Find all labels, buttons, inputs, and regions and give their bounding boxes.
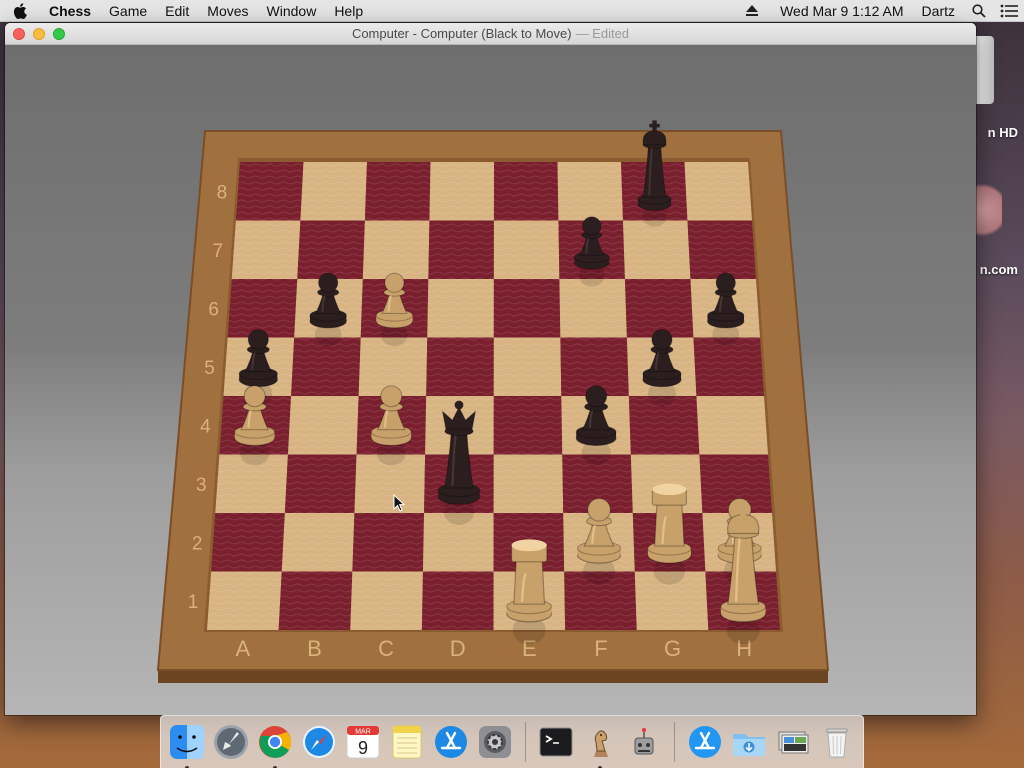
scene-floor [5,375,976,715]
app-store-folder-icon[interactable] [686,723,724,761]
safari-icon[interactable] [300,723,338,761]
menu-moves[interactable]: Moves [198,0,257,22]
dock-separator [525,722,526,762]
eject-icon[interactable] [745,4,759,18]
apple-menu-icon[interactable] [0,2,40,19]
menu-clock[interactable]: Wed Mar 9 1:12 AM [771,0,912,22]
menu-window[interactable]: Window [258,0,326,22]
close-window-button[interactable] [13,28,25,40]
chess-icon[interactable] [581,723,619,768]
screenshot-stack-icon[interactable] [774,723,812,761]
terminal-icon[interactable] [537,723,575,761]
finder-icon[interactable] [168,723,206,768]
spotlight-search-icon[interactable] [964,0,994,22]
board-scene [5,45,976,715]
notes-icon[interactable] [388,723,426,761]
menu-bar: Chess Game Edit Moves Window Help Wed Ma… [0,0,1024,22]
calendar-month: MAR [355,729,371,736]
menu-app-chess[interactable]: Chess [40,0,100,22]
notification-center-icon[interactable] [994,0,1024,22]
menu-edit[interactable]: Edit [156,0,198,22]
minimize-window-button[interactable] [33,28,45,40]
window-title: Computer - Computer (Black to Move) [351,26,572,41]
window-edited-label: — Edited [575,26,630,41]
chess-window: Computer - Computer (Black to Move) — Ed… [5,23,976,715]
zoom-window-button[interactable] [53,28,65,40]
downloads-folder-icon[interactable] [730,723,768,761]
window-titlebar[interactable]: Computer - Computer (Black to Move) — Ed… [5,23,976,45]
mouse-cursor-icon [393,494,405,512]
launchpad-icon[interactable] [212,723,250,761]
desktop-item-label-com: n.com [979,262,1018,277]
calendar-icon[interactable]: MAR 9 [344,723,382,761]
chrome-icon[interactable] [256,723,294,768]
system-preferences-icon[interactable] [476,723,514,761]
menu-help[interactable]: Help [325,0,372,22]
menu-game[interactable]: Game [100,0,156,22]
dock-separator [674,722,675,762]
menu-user[interactable]: Dartz [913,0,964,22]
app-store-icon[interactable] [432,723,470,761]
calendar-day: 9 [358,738,368,758]
desktop-item-label-hd: n HD [987,125,1018,140]
trash-icon[interactable] [818,723,856,761]
automator-icon[interactable] [625,723,663,761]
dock: MAR 9 [160,715,864,768]
